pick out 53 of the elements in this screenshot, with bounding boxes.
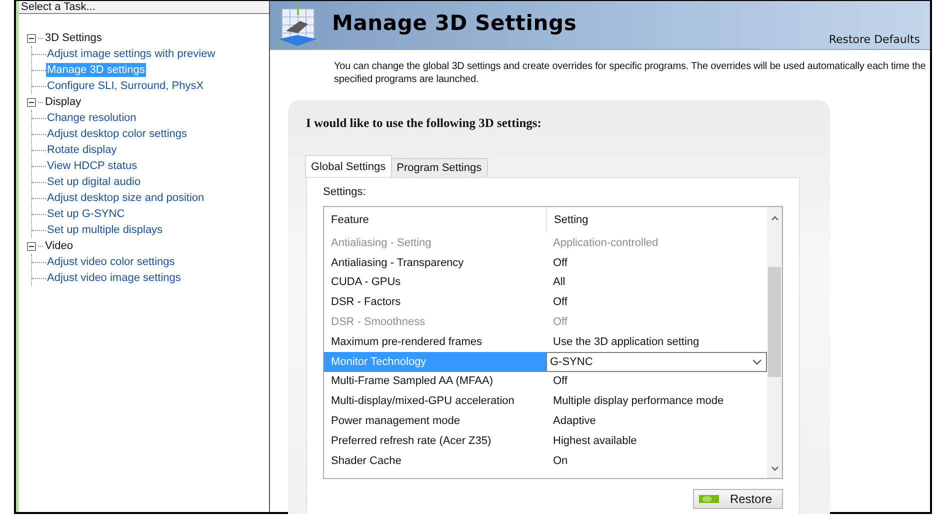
setting-cell: Off <box>553 296 568 308</box>
setting-cell: Application-controlled <box>553 236 658 249</box>
tree-category[interactable]: Display <box>44 96 82 108</box>
chevron-down-icon[interactable] <box>752 358 762 366</box>
feature-cell[interactable]: Multi-Frame Sampled AA (MFAA) <box>324 375 546 388</box>
task-link[interactable]: Adjust desktop color settings <box>46 127 188 141</box>
setting-cell: Off <box>553 256 568 269</box>
collapse-icon[interactable] <box>27 242 36 250</box>
panel-title: Select a Task... <box>19 1 269 14</box>
setting-cell: Multiple display performance mode <box>553 395 724 408</box>
setting-cell: Off <box>553 316 568 328</box>
setting-cell: Highest available <box>553 434 637 447</box>
task-link[interactable]: Rotate display <box>46 143 118 157</box>
task-link[interactable]: Adjust video color settings <box>46 255 176 269</box>
feature-cell[interactable]: Shader Cache <box>324 454 546 467</box>
settings-label: Settings: <box>323 186 367 198</box>
feature-cell[interactable]: Power management mode <box>324 415 546 428</box>
setting-cell: All <box>553 276 566 288</box>
setting-cell: On <box>553 454 568 467</box>
setting-dropdown[interactable]: G-SYNC <box>546 352 767 372</box>
task-link[interactable]: Set up multiple displays <box>46 223 164 237</box>
section-heading: I would like to use the following 3D settings: <box>306 116 542 131</box>
feature-cell[interactable]: Maximum pre-rendered frames <box>324 336 546 348</box>
collapse-icon[interactable] <box>27 34 36 42</box>
setting-cell: Adaptive <box>553 415 596 428</box>
description-text: You can change the global 3D settings and create overrides for specific programs. The overrides will be used automatically each time the specified programs are launched. <box>334 60 927 86</box>
feature-cell[interactable]: Antialiasing - Transparency <box>324 256 546 269</box>
tab[interactable]: Global Settings <box>305 155 392 177</box>
task-link[interactable]: Configure SLI, Surround, PhysX <box>46 79 205 93</box>
task-link[interactable]: Set up digital audio <box>46 175 142 189</box>
page-title: Manage 3D Settings <box>332 11 577 37</box>
feature-cell[interactable]: CUDA - GPUs <box>324 276 546 288</box>
feature-cell[interactable]: Preferred refresh rate (Acer Z35) <box>324 434 546 447</box>
scrollbar[interactable] <box>767 207 782 478</box>
tab[interactable]: Program Settings <box>390 158 488 177</box>
task-link[interactable]: Adjust image settings with preview <box>46 47 216 61</box>
cube-grid-icon <box>276 3 320 49</box>
task-link[interactable]: View HDCP status <box>46 159 138 173</box>
tree-category[interactable]: 3D Settings <box>44 32 103 44</box>
task-link[interactable]: Adjust video image settings <box>46 271 182 285</box>
logo-badge-icon <box>698 494 720 504</box>
task-link[interactable]: Set up G-SYNC <box>46 207 126 221</box>
feature-cell[interactable]: Multi-display/mixed-GPU acceleration <box>324 395 546 408</box>
collapse-icon[interactable] <box>27 98 36 106</box>
setting-cell: Use the 3D application setting <box>553 336 700 348</box>
restore-button[interactable]: Restore <box>692 489 783 509</box>
task-link[interactable]: Change resolution <box>46 111 138 125</box>
tree-category[interactable]: Video <box>44 240 74 252</box>
setting-cell: Off <box>553 375 568 388</box>
feature-cell[interactable]: DSR - Factors <box>324 296 546 308</box>
restore-defaults-link[interactable]: Restore Defaults <box>828 33 920 46</box>
task-link[interactable]: Adjust desktop size and position <box>46 191 206 205</box>
column-header[interactable]: Feature <box>324 207 546 233</box>
